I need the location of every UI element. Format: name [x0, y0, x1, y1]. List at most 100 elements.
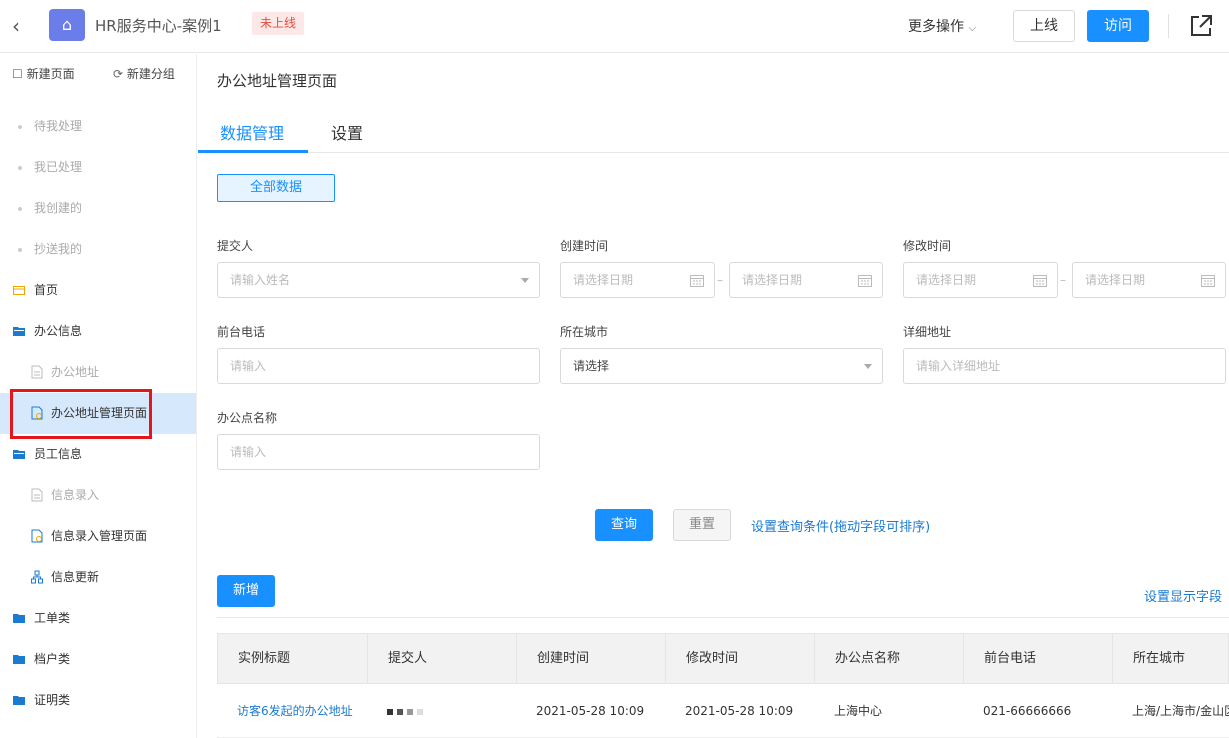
highlight-box — [10, 389, 152, 439]
folder-open-icon — [13, 450, 25, 459]
row-office: 上海中心 — [834, 704, 883, 718]
caret-down-icon — [521, 278, 529, 283]
city-select-value: 请选择 — [573, 359, 610, 373]
column-header[interactable]: 前台电话 — [964, 634, 1113, 683]
more-actions-dropdown[interactable]: 更多操作 ⌵ — [908, 16, 976, 36]
column-header[interactable]: 所在城市 — [1113, 634, 1229, 683]
chevron-left-icon[interactable]: ‹ — [12, 14, 20, 38]
calendar-icon — [1033, 275, 1047, 287]
manage-page-icon — [31, 529, 43, 543]
add-button[interactable]: 新增 — [217, 575, 275, 607]
sidebar-item-certificate[interactable]: 证明类 — [0, 680, 196, 721]
submitter-label: 提交人 — [217, 239, 254, 253]
sidebar-item-employee-info[interactable]: 员工信息 — [0, 434, 196, 475]
top-bar: ‹ ⌂ HR服务中心-案例1 未上线 更多操作 ⌵ 上线 访问 — [0, 0, 1229, 53]
sidebar-item-label: 待我处理 — [34, 119, 83, 133]
caret-down-icon — [864, 364, 872, 369]
sidebar-item-ticket[interactable]: 工单类 — [0, 598, 196, 639]
folder-open-icon — [13, 327, 25, 336]
sidebar-item-info-entry[interactable]: 信息录入 — [0, 475, 196, 516]
sidebar-item-info-entry-manage[interactable]: 信息录入管理页面 — [0, 516, 196, 557]
page-title: 办公地址管理页面 — [217, 72, 338, 90]
office-name-input[interactable]: 请输入 — [217, 434, 540, 470]
sidebar-item-label: 首页 — [34, 283, 59, 297]
created-start-date-input[interactable]: 请选择日期 — [560, 262, 715, 298]
sidebar-item-pending[interactable]: 待我处理 — [0, 106, 196, 147]
row-submitter — [367, 684, 516, 738]
set-query-conditions-link[interactable]: 设置查询条件(拖动字段可排序) — [751, 516, 930, 535]
sidebar-item-home[interactable]: 首页 — [0, 270, 196, 311]
sidebar-item-label: 信息录入管理页面 — [51, 529, 148, 543]
tab-bar: 数据管理 设置 — [198, 112, 1229, 153]
tab-settings[interactable]: 设置 — [331, 120, 363, 144]
created-time-label: 创建时间 — [560, 239, 609, 253]
sidebar-item-label: 信息录入 — [51, 488, 100, 502]
sidebar-item-info-update[interactable]: 信息更新 — [0, 557, 196, 598]
submitter-select[interactable]: 请输入姓名 — [217, 262, 540, 298]
new-page-button[interactable]: ☐ 新建页面 — [12, 65, 75, 82]
front-phone-label: 前台电话 — [217, 325, 266, 339]
column-header[interactable]: 办公点名称 — [815, 634, 964, 683]
app-title: HR服务中心-案例1 — [95, 17, 222, 35]
folder-icon — [13, 614, 25, 623]
all-data-button[interactable]: 全部数据 — [217, 174, 335, 202]
column-header[interactable]: 提交人 — [368, 634, 517, 683]
sidebar-actions: ☐ 新建页面 ⟳ 新建分组 — [0, 54, 196, 94]
row-city: 上海/上海市/金山区 — [1132, 704, 1229, 718]
city-select[interactable]: 请选择 — [560, 348, 883, 384]
modified-time-label: 修改时间 — [903, 239, 952, 253]
divider — [217, 617, 1229, 618]
sidebar-item-processed[interactable]: 我已处理 — [0, 147, 196, 188]
sidebar-item-label: 抄送我的 — [34, 242, 83, 256]
modified-end-date-input[interactable]: 请选择日期 — [1072, 262, 1226, 298]
sidebar-item-label: 证明类 — [34, 693, 71, 707]
front-phone-input[interactable]: 请输入 — [217, 348, 540, 384]
column-header[interactable]: 实例标题 — [218, 634, 368, 683]
sidebar-item-label: 办公地址 — [51, 365, 100, 379]
calendar-icon — [1201, 275, 1215, 287]
row-created: 2021-05-28 10:09 — [536, 704, 645, 718]
date-separator: – — [1060, 273, 1066, 287]
redacted-mark — [407, 708, 413, 715]
query-button[interactable]: 查询 — [595, 509, 653, 541]
header-divider — [1168, 14, 1169, 38]
sidebar-item-created[interactable]: 我创建的 — [0, 188, 196, 229]
created-start-placeholder: 请选择日期 — [573, 273, 634, 287]
sidebar-item-label: 我创建的 — [34, 201, 83, 215]
set-display-fields-link[interactable]: 设置显示字段 — [1144, 586, 1222, 605]
online-button[interactable]: 上线 — [1013, 10, 1075, 42]
new-group-label: 新建分组 — [126, 67, 175, 81]
address-input[interactable]: 请输入详细地址 — [903, 348, 1226, 384]
table-row[interactable]: 访客6发起的办公地址 2021-05-28 10:09 2021-05-28 1… — [217, 684, 1229, 738]
page-icon — [31, 488, 43, 502]
new-page-label: 新建页面 — [26, 67, 75, 81]
sidebar-item-label: 信息更新 — [51, 570, 100, 584]
folder-icon — [13, 655, 25, 664]
tab-indicator — [198, 150, 308, 153]
submitter-placeholder: 请输入姓名 — [230, 273, 291, 287]
sidebar-item-label: 工单类 — [34, 611, 71, 625]
bullet-icon — [18, 248, 22, 252]
flow-icon — [31, 570, 43, 584]
modified-start-date-input[interactable]: 请选择日期 — [903, 262, 1058, 298]
row-title-link[interactable]: 访客6发起的办公地址 — [217, 684, 367, 738]
sidebar-item-office-info[interactable]: 办公信息 — [0, 311, 196, 352]
column-header[interactable]: 修改时间 — [666, 634, 815, 683]
redacted-mark — [397, 708, 403, 715]
sidebar-item-cc[interactable]: 抄送我的 — [0, 229, 196, 270]
external-link-icon[interactable] — [1187, 12, 1215, 40]
sidebar-item-office-address[interactable]: 办公地址 — [0, 352, 196, 393]
reset-button[interactable]: 重置 — [673, 509, 731, 541]
column-header[interactable]: 创建时间 — [517, 634, 666, 683]
address-label: 详细地址 — [903, 325, 952, 339]
more-actions-label: 更多操作 — [908, 19, 964, 35]
new-group-button[interactable]: ⟳ 新建分组 — [113, 65, 175, 82]
created-end-placeholder: 请选择日期 — [742, 273, 803, 287]
sidebar-item-archive[interactable]: 档户类 — [0, 639, 196, 680]
visit-button[interactable]: 访问 — [1087, 10, 1149, 42]
main-content: 办公地址管理页面 数据管理 设置 全部数据 提交人 请输入姓名 创建时间 请选择… — [198, 54, 1229, 738]
redacted-mark — [387, 708, 393, 715]
created-end-date-input[interactable]: 请选择日期 — [729, 262, 883, 298]
tab-data-management[interactable]: 数据管理 — [220, 120, 284, 144]
modified-end-placeholder: 请选择日期 — [1085, 273, 1146, 287]
